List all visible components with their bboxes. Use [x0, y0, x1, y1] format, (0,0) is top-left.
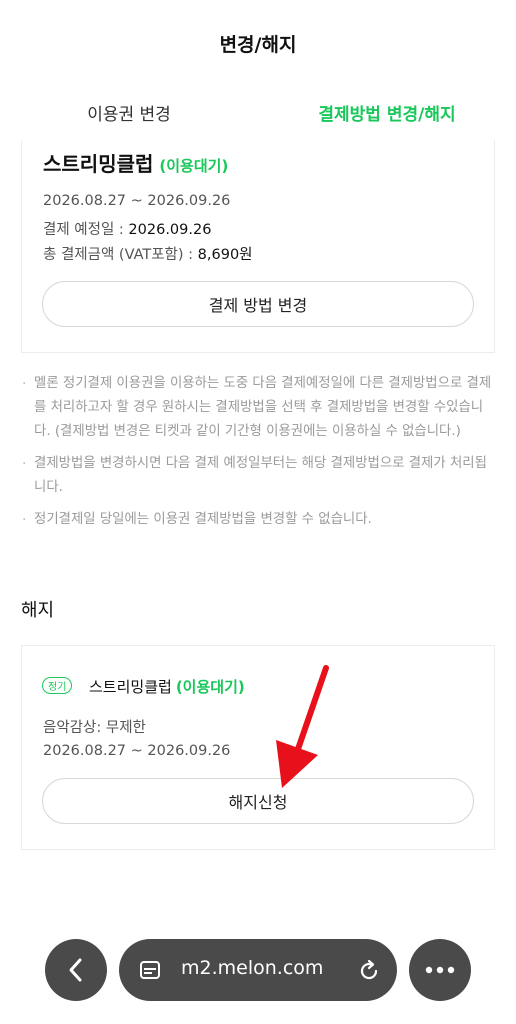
notes-list: 멜론 정기결제 이용권을 이용하는 도중 다음 결제예정일에 다른 결제방법으로…	[20, 372, 498, 540]
cancel-card: 정기 스트리밍클럽 (이용대기) 음악감상: 무제한 2026.08.27 ~ 2…	[21, 645, 495, 850]
total-amount: 총 결제금액 (VAT포함) : 8,690원	[43, 243, 253, 264]
next-payment-date: 결제 예정일 : 2026.09.26	[43, 218, 211, 239]
back-button[interactable]	[45, 939, 107, 1001]
cancel-plan-status: (이용대기)	[175, 678, 245, 696]
plan-period: 2026.08.27 ~ 2026.09.26	[43, 193, 231, 209]
payment-method-card: 스트리밍클럽 (이용대기) 2026.08.27 ~ 2026.09.26 결제 …	[21, 140, 495, 353]
note-item: 멜론 정기결제 이용권을 이용하는 도중 다음 결제예정일에 다른 결제방법으로…	[20, 372, 498, 444]
more-button[interactable]	[409, 939, 471, 1001]
music-limit: 음악감상: 무제한	[43, 720, 146, 736]
page-title: 변경/해지	[219, 33, 297, 56]
change-payment-method-button[interactable]: 결제 방법 변경	[42, 281, 474, 327]
next-payment-label: 결제 예정일 :	[43, 222, 129, 238]
reload-icon[interactable]	[357, 959, 381, 983]
tab-payment-method[interactable]: 결제방법 변경/해지	[258, 84, 516, 140]
address-bar[interactable]: m2.melon.com	[119, 939, 397, 1001]
cancel-plan-name: 스트리밍클럽	[89, 678, 172, 696]
cancel-request-button[interactable]: 해지신청	[42, 778, 474, 824]
note-item: 정기결제일 당일에는 이용권 결제방법을 변경할 수 없습니다.	[20, 508, 498, 532]
plan-title: 스트리밍클럽 (이용대기)	[43, 148, 228, 177]
cancel-section-title: 해지	[21, 600, 55, 621]
plan-status: (이용대기)	[159, 157, 229, 175]
page-header: 변경/해지	[0, 0, 516, 84]
plan-name: 스트리밍클럽	[43, 152, 154, 176]
subscription-badge: 정기	[42, 677, 73, 694]
more-icon	[425, 966, 455, 974]
note-item: 결제방법을 변경하시면 다음 결제 예정일부터는 해당 결제방법으로 결제가 처…	[20, 452, 498, 500]
total-amount-value: 8,690원	[197, 247, 253, 263]
tab-bar: 이용권 변경 결제방법 변경/해지	[0, 84, 516, 140]
next-payment-value: 2026.09.26	[128, 222, 212, 238]
browser-toolbar: m2.melon.com	[0, 930, 516, 1010]
cancel-plan-period: 2026.08.27 ~ 2026.09.26	[43, 743, 231, 759]
url-text: m2.melon.com	[181, 957, 324, 979]
total-amount-label: 총 결제금액 (VAT포함) :	[43, 247, 198, 263]
page-icon	[140, 961, 160, 979]
tab-change-plan[interactable]: 이용권 변경	[0, 84, 258, 140]
cancel-plan-title: 스트리밍클럽 (이용대기)	[89, 676, 245, 697]
back-chevron-icon	[69, 958, 82, 982]
